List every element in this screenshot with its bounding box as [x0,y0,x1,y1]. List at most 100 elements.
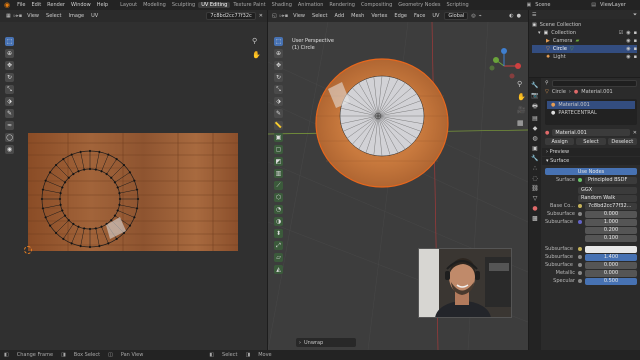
eye-icon[interactable]: ◉ [626,30,630,36]
knife-tool-icon[interactable]: ⟋ [274,181,283,190]
chevron-down-icon[interactable]: ▾ [538,30,541,36]
tab-sculpting[interactable]: Sculpting [169,2,198,8]
view-layer-tab-icon[interactable]: ▤ [532,115,538,122]
grab-tool-icon[interactable]: ≈ [5,121,14,130]
overlay-icon[interactable]: ◐ [509,13,513,19]
outliner-item-collection[interactable]: ▾ ▣ Collection ☑ ◉ ▪ [532,29,637,37]
pivot-icon[interactable]: ◎ [471,13,475,19]
material-slot[interactable]: ● Material.001 [547,101,635,109]
physics-tab-icon[interactable]: ◌ [532,175,537,182]
preview-section[interactable]: › Preview [542,148,640,156]
tab-modeling[interactable]: Modeling [140,2,169,8]
inset-tool-icon[interactable]: ▢ [274,145,283,154]
tab-uv-editing[interactable]: UV Editing [198,2,231,8]
extrude-tool-icon[interactable]: ▣ [274,133,283,142]
zoom-icon[interactable]: ⚲ [252,37,261,45]
tab-shading[interactable]: Shading [269,2,295,8]
relax-tool-icon[interactable]: ◯ [5,133,14,142]
property-value[interactable]: 0.000 [585,269,637,277]
camera-view-icon[interactable]: 🎥 [517,106,526,114]
assign-button[interactable]: Assign [545,138,575,145]
vp-menu-edge[interactable]: Edge [392,12,409,20]
camera-icon[interactable]: ▪ [634,46,637,52]
properties-search[interactable] [551,79,637,87]
annotate-tool-icon[interactable]: ✎ [274,109,283,118]
transform-tool-icon[interactable]: ⬗ [5,97,14,106]
camera-icon[interactable]: ▪ [634,30,637,36]
editor-type-icon[interactable]: ◱ [272,13,277,19]
constraints-tab-icon[interactable]: ⛓ [531,185,539,192]
shrink-tool-icon[interactable]: ⤢ [274,241,283,250]
vp-menu-uv[interactable]: UV [430,12,441,20]
material-slot[interactable]: ● PARTECENTRAL [547,109,635,117]
material-browse-icon[interactable]: ● [545,130,549,136]
outliner-scene-collection[interactable]: ▣ Scene Collection [532,21,637,29]
tab-rendering[interactable]: Rendering [326,2,358,8]
eye-icon[interactable]: ◉ [626,38,630,44]
cursor-tool-icon[interactable]: ⊕ [274,49,283,58]
subsurface-color-swatch[interactable] [585,245,637,253]
base-color-field[interactable]: 7c8bd2cc77f32... [585,202,637,210]
vp-menu-view[interactable]: View [291,12,307,20]
subsurface-method-dropdown[interactable]: Random Walk [578,194,637,202]
render-tab-icon[interactable]: 📷 [531,92,538,99]
tool-tab-icon[interactable]: 🔧 [531,82,538,89]
property-value[interactable]: 0.000 [585,261,637,269]
output-tab-icon[interactable]: 🖶 [532,102,538,112]
bevel-tool-icon[interactable]: ◩ [274,157,283,166]
outliner-item-camera[interactable]: ▶ Camera ▰ ◉ ▪ [532,37,637,45]
particles-tab-icon[interactable]: ∴ [533,165,537,172]
filter-icon[interactable]: ⏷ [633,12,637,18]
scale-tool-icon[interactable]: ⤡ [5,85,14,94]
vp-menu-add[interactable]: Add [332,12,346,20]
orientation-dropdown[interactable]: Global [444,12,469,20]
menu-help[interactable]: Help [94,2,111,8]
move-tool-icon[interactable]: ✥ [5,61,14,70]
annotate-tool-icon[interactable]: ✎ [5,109,14,118]
zoom-icon[interactable]: ⚲ [517,80,526,88]
scene-tab-icon[interactable]: ◆ [533,125,538,132]
object-tab-icon[interactable]: ▣ [532,145,538,152]
tab-scripting[interactable]: Scripting [443,2,471,8]
hand-icon[interactable]: ✋ [252,51,261,59]
tab-geometry-nodes[interactable]: Geometry Nodes [395,2,443,8]
snap-icon[interactable]: ⌁ [479,13,482,19]
move-tool-icon[interactable]: ✥ [274,61,283,70]
camera-icon[interactable]: ▪ [634,54,637,60]
material-name-field[interactable]: Material.001 [552,129,630,136]
scene-name[interactable]: Scene [531,2,591,8]
transform-tool-icon[interactable]: ⬗ [274,97,283,106]
deselect-button[interactable]: Deselect [607,138,637,145]
shear-tool-icon[interactable]: ▱ [274,253,283,262]
search-icon[interactable]: ⚲ [545,80,549,86]
tab-layout[interactable]: Layout [117,2,140,8]
tab-animation[interactable]: Animation [295,2,327,8]
menu-file[interactable]: File [14,2,28,8]
uv-menu-select[interactable]: Select [44,12,63,20]
select-box-icon[interactable]: ⬚ [274,37,283,46]
modifier-tab-icon[interactable]: 🔧 [531,155,538,162]
select-button[interactable]: Select [576,138,606,145]
hand-icon[interactable]: ✋ [517,93,526,101]
property-value[interactable]: 0.500 [585,277,637,285]
material-tab-icon[interactable]: ● [532,205,537,212]
data-tab-icon[interactable]: ▽ [533,195,538,202]
measure-tool-icon[interactable]: 📏 [274,121,283,130]
cursor-tool-icon[interactable]: ⊕ [5,49,14,58]
property-value[interactable]: 0.000 [585,210,637,218]
vp-menu-mesh[interactable]: Mesh [349,12,366,20]
property-value[interactable]: 1.000 [585,218,637,226]
uv-menu-uv[interactable]: UV [89,12,100,20]
smooth-tool-icon[interactable]: ◑ [274,217,283,226]
loopcut-tool-icon[interactable]: ▥ [274,169,283,178]
rotate-tool-icon[interactable]: ↻ [274,73,283,82]
close-icon[interactable]: ✕ [259,13,267,19]
vp-menu-face[interactable]: Face [412,12,427,20]
spin-tool-icon[interactable]: ◔ [274,205,283,214]
operator-panel[interactable]: › Unwrap [296,338,356,347]
uv-menu-view[interactable]: View [25,12,41,20]
world-tab-icon[interactable]: ◍ [532,135,537,142]
camera-icon[interactable]: ▪ [634,38,637,44]
pinch-tool-icon[interactable]: ◉ [5,145,14,154]
texture-tab-icon[interactable]: ▩ [532,215,538,222]
